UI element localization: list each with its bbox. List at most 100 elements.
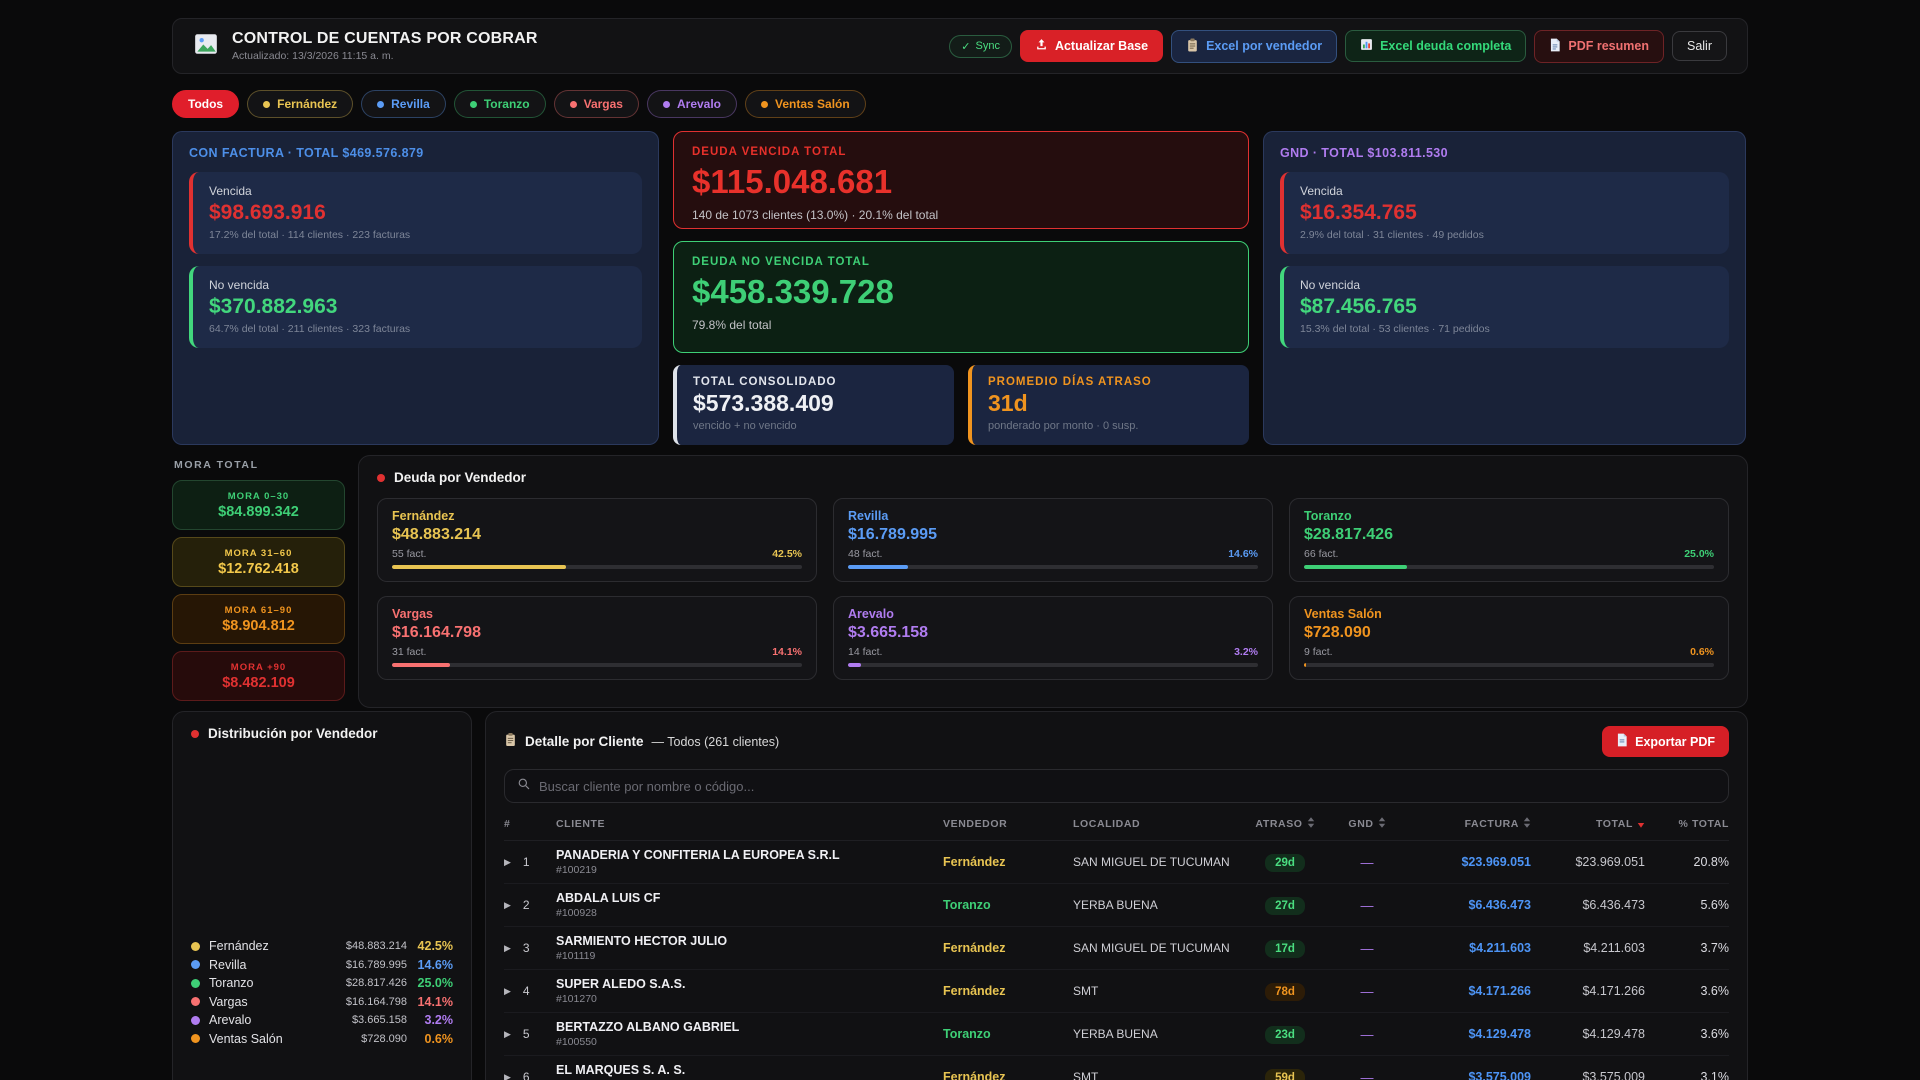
deuda-no-vencida-card: DEUDA NO VENCIDA TOTAL $458.339.728 79.8… [673, 241, 1249, 353]
vendor-filter-pill[interactable]: Revilla [361, 90, 446, 118]
column-header[interactable]: % TOTAL [1645, 818, 1729, 830]
column-header[interactable]: CLIENTE [556, 818, 943, 830]
column-header[interactable]: LOCALIDAD [1073, 818, 1235, 830]
vendor-filter-pill[interactable]: Fernández [247, 90, 354, 118]
stat-card: Vencida $16.354.765 2.9% del total · 31 … [1280, 172, 1729, 254]
distribucion-panel: Distribución por Vendedor Fernández $48.… [172, 711, 472, 1080]
atraso-badge: 78d [1265, 982, 1305, 1001]
legend-item[interactable]: Fernández $48.883.214 42.5% [191, 937, 453, 956]
pct-total-value: 20.8% [1693, 855, 1729, 869]
exportar-pdf-button[interactable]: Exportar PDF [1602, 726, 1729, 757]
row-number: 1 [522, 855, 530, 869]
expand-row-icon[interactable]: ▶ [504, 1029, 511, 1040]
vendor-progress-track [392, 565, 802, 569]
factura-value: $4.129.478 [1468, 1027, 1531, 1041]
vendor-progress-track [848, 565, 1258, 569]
legend-item[interactable]: Arevalo $3.665.158 3.2% [191, 1011, 453, 1030]
legend-item[interactable]: Toranzo $28.817.426 25.0% [191, 974, 453, 993]
vendor-progress-fill [848, 663, 862, 667]
vendor-debt-card[interactable]: Toranzo $28.817.426 66 fact. 25.0% [1289, 498, 1729, 582]
client-vendor: Toranzo [943, 1027, 991, 1041]
vendor-progress-fill [848, 565, 908, 569]
gnd-value: — [1360, 1026, 1374, 1042]
column-header[interactable]: TOTAL [1531, 818, 1645, 831]
excel-por-vendedor-button[interactable]: Excel por vendedor [1171, 29, 1338, 63]
client-name: PANADERIA Y CONFITERIA LA EUROPEA S.R.L [556, 848, 840, 862]
check-icon: ✓ [961, 40, 971, 53]
con-factura-title: CON FACTURA · TOTAL $469.576.879 [189, 146, 424, 160]
client-vendor: Toranzo [943, 898, 991, 912]
vendor-debt-card[interactable]: Vargas $16.164.798 31 fact. 14.1% [377, 596, 817, 680]
gnd-value: — [1360, 897, 1374, 913]
column-header[interactable]: FACTURA [1399, 817, 1531, 831]
row-number: 2 [522, 898, 530, 912]
client-code: #101119 [556, 950, 596, 962]
mora-bucket-card[interactable]: MORA +90 $8.482.109 [172, 651, 345, 701]
client-code: #100928 [556, 907, 597, 919]
column-header[interactable]: VENDEDOR [943, 818, 1073, 830]
client-table-row[interactable]: ▶ 6 EL MARQUES S. A. S. #101406 Fernánde… [504, 1056, 1729, 1080]
column-header[interactable]: ATRASO [1235, 817, 1335, 831]
vendor-debt-card[interactable]: Fernández $48.883.214 55 fact. 42.5% [377, 498, 817, 582]
pdf-resumen-button[interactable]: PDF resumen [1534, 29, 1664, 63]
client-code: #101270 [556, 993, 597, 1005]
stat-card: Vencida $98.693.916 17.2% del total · 11… [189, 172, 642, 254]
vendor-debt-card[interactable]: Revilla $16.789.995 48 fact. 14.6% [833, 498, 1273, 582]
atraso-badge: 23d [1265, 1025, 1305, 1044]
pie-chart-canvas [191, 741, 453, 937]
atraso-badge: 17d [1265, 939, 1305, 958]
excel-deuda-completa-button[interactable]: Excel deuda completa [1345, 30, 1527, 62]
legend-item[interactable]: Revilla $16.789.995 14.6% [191, 956, 453, 975]
vendor-debt-card[interactable]: Ventas Salón $728.090 9 fact. 0.6% [1289, 596, 1729, 680]
client-table-row[interactable]: ▶ 4 SUPER ALEDO S.A.S. #101270 Fernández… [504, 970, 1729, 1013]
expand-row-icon[interactable]: ▶ [504, 900, 511, 911]
sort-both-icon [1378, 817, 1386, 831]
vendor-filter-pill[interactable]: Arevalo [646, 90, 738, 118]
client-table-row[interactable]: ▶ 3 SARMIENTO HECTOR JULIO #101119 Ferná… [504, 927, 1729, 970]
client-search-box [504, 769, 1729, 803]
vendor-filter-pill[interactable]: Vargas [553, 90, 639, 118]
stat-card: No vencida $370.882.963 64.7% del total … [189, 266, 642, 348]
client-table-row[interactable]: ▶ 2 ABDALA LUIS CF #100928 Toranzo YERBA… [504, 884, 1729, 927]
factura-value: $6.436.473 [1468, 898, 1531, 912]
client-vendor: Fernández [943, 1070, 1006, 1080]
vendor-color-dot [662, 100, 670, 108]
vendor-filter-pill[interactable]: Todos [172, 90, 240, 118]
total-value: $4.129.478 [1582, 1027, 1645, 1041]
salir-button[interactable]: Salir [1671, 31, 1727, 61]
gnd-value: — [1360, 854, 1374, 870]
client-search-input[interactable] [539, 778, 1716, 794]
vendor-progress-track [392, 663, 802, 667]
column-header[interactable]: GND [1335, 817, 1399, 831]
client-name: SUPER ALEDO S.A.S. [556, 977, 686, 991]
legend-item[interactable]: Vargas $16.164.798 14.1% [191, 993, 453, 1012]
section-bullet-icon [191, 729, 199, 738]
actualizar-base-button[interactable]: Actualizar Base [1019, 30, 1164, 62]
legend-item[interactable]: Ventas Salón $728.090 0.6% [191, 1030, 453, 1049]
vendor-filter-pill[interactable]: Toranzo [453, 90, 546, 118]
last-updated: Actualizado: 13/3/2026 11:15 a. m. [232, 50, 394, 62]
mora-bucket-card[interactable]: MORA 61–90 $8.904.812 [172, 594, 345, 644]
client-locality: SMT [1073, 1070, 1099, 1080]
gnd-value: — [1360, 940, 1374, 956]
column-header[interactable]: # [504, 818, 556, 830]
mora-bucket-card[interactable]: MORA 0–30 $84.899.342 [172, 480, 345, 530]
vendor-debt-card[interactable]: Arevalo $3.665.158 14 fact. 3.2% [833, 596, 1273, 680]
client-table-row[interactable]: ▶ 1 PANADERIA Y CONFITERIA LA EUROPEA S.… [504, 841, 1729, 884]
expand-row-icon[interactable]: ▶ [504, 1072, 511, 1080]
expand-row-icon[interactable]: ▶ [504, 943, 511, 954]
pct-total-value: 5.6% [1700, 898, 1730, 912]
client-name: BERTAZZO ALBANO GABRIEL [556, 1020, 740, 1034]
mora-bucket-card[interactable]: MORA 31–60 $12.762.418 [172, 537, 345, 587]
client-locality: SMT [1073, 984, 1099, 998]
expand-row-icon[interactable]: ▶ [504, 986, 511, 997]
app-header: CONTROL DE CUENTAS POR COBRAR Actualizad… [172, 18, 1748, 74]
sort-both-icon [1307, 817, 1315, 831]
client-code: #100219 [556, 864, 597, 876]
row-number: 5 [522, 1027, 530, 1041]
sync-status-badge[interactable]: ✓ Sync [949, 34, 1012, 58]
expand-row-icon[interactable]: ▶ [504, 857, 511, 868]
legend-color-dot [191, 941, 200, 951]
vendor-filter-pill[interactable]: Ventas Salón [745, 90, 866, 118]
client-table-row[interactable]: ▶ 5 BERTAZZO ALBANO GABRIEL #100550 Tora… [504, 1013, 1729, 1056]
